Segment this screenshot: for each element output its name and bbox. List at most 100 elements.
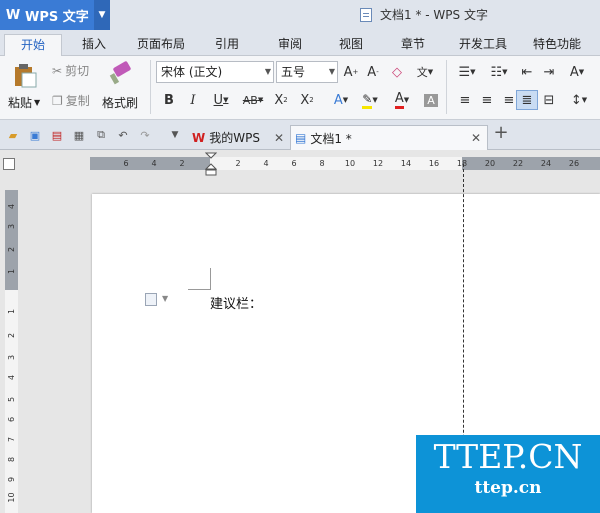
phonetic-guide-icon[interactable]: 文 ▼ (410, 62, 440, 82)
font-family-select[interactable]: 宋体 (正文) ▼ (156, 61, 274, 83)
font-size-select[interactable]: 五号 ▼ (276, 61, 338, 83)
highlight-icon[interactable]: ✎ ▼ (356, 90, 384, 110)
close-icon[interactable]: ✕ (274, 131, 284, 145)
font-color-icon[interactable]: A ▼ (388, 90, 416, 110)
character-shading-icon[interactable]: A (420, 90, 442, 110)
ruler-number: 6 (123, 159, 129, 168)
ruler-number: 3 (7, 354, 16, 361)
align-center-icon[interactable]: ≡ (476, 90, 498, 110)
text-boundary-mark (188, 289, 210, 290)
justify-icon[interactable]: ≣ (516, 90, 538, 110)
tab-insert[interactable]: 插入 (70, 34, 118, 56)
ruler-number: 26 (568, 159, 580, 168)
ribbon-home: 粘贴 ▼ ✂ 剪切 ❐ 复制 格式刷 宋体 (正文) ▼ 五号 ▼ A + A- ◇ 文 ▼ … (0, 56, 600, 120)
format-painter-icon[interactable] (106, 60, 134, 88)
ruler-number: 16 (428, 159, 440, 168)
shrink-font-icon[interactable]: A- (362, 62, 384, 82)
copy-button[interactable]: ❐ 复制 (52, 92, 90, 109)
tab-page-layout[interactable]: 页面布局 (128, 34, 194, 56)
ruler-number: 9 (7, 476, 16, 483)
tab-document[interactable]: ▤ 文档1 * ✕ (290, 125, 488, 150)
bold-icon[interactable]: B (158, 90, 180, 110)
increase-indent-icon[interactable]: ⇥ (538, 62, 560, 82)
ruler-number: 3 (7, 223, 16, 230)
new-tab-icon[interactable]: + (493, 122, 508, 143)
ruler-number: 18 (456, 159, 468, 168)
site-watermark: TTEP.CN ttep.cn (416, 435, 600, 513)
open-folder-icon[interactable]: ▰ (6, 128, 20, 142)
horizontal-ruler[interactable]: 6 4 2 2 4 6 8 10 12 14 16 18 20 22 24 26 (90, 157, 600, 170)
ruler-number: 4 (7, 203, 16, 210)
ruler-number: 2 (179, 159, 185, 168)
text-boundary-mark (210, 268, 211, 290)
ruler-number: 5 (7, 396, 16, 403)
italic-icon[interactable]: I (182, 90, 204, 110)
grow-font-icon[interactable]: A + (340, 62, 362, 82)
window-title: 文档1 * - WPS 文字 (360, 6, 488, 23)
cut-button[interactable]: ✂ 剪切 (52, 62, 89, 79)
ruler-number: 14 (400, 159, 412, 168)
ruler-number: 20 (484, 159, 496, 168)
chevron-down-icon[interactable]: ▼ (162, 294, 168, 303)
chevron-down-icon[interactable]: ▼ (94, 0, 110, 30)
align-left-icon[interactable]: ≡ (454, 90, 476, 110)
paste-button[interactable] (10, 62, 38, 88)
numbering-icon[interactable]: ☷ ▼ (484, 62, 514, 82)
indent-marker-icon[interactable] (205, 152, 217, 176)
format-painter-button[interactable]: 格式刷 (102, 94, 138, 111)
bullets-icon[interactable]: ☰ ▼ (452, 62, 482, 82)
strikethrough-icon[interactable]: AB ▼ (238, 90, 268, 110)
export-pdf-icon[interactable]: ▤ (50, 128, 64, 142)
clear-format-icon[interactable]: ◇ (386, 62, 408, 82)
tab-review[interactable]: 审阅 (267, 34, 313, 56)
paste-label[interactable]: 粘贴 ▼ (8, 94, 40, 111)
tab-special[interactable]: 特色功能 (524, 34, 590, 56)
underline-icon[interactable]: U ▼ (206, 90, 236, 110)
customize-toolbar-icon[interactable]: ▼ (168, 128, 182, 142)
ruler-number: 2 (7, 246, 16, 253)
app-menu-button[interactable]: W WPS 文字 ▼ (0, 0, 110, 30)
ruler-number: 10 (344, 159, 356, 168)
print-preview-icon[interactable]: ⧉ (94, 128, 108, 142)
save-icon[interactable]: ▣ (28, 128, 42, 142)
tab-sections[interactable]: 章节 (390, 34, 436, 56)
document-icon (360, 7, 372, 22)
undo-icon[interactable]: ↶ (116, 128, 130, 142)
ruler-number: 10 (7, 492, 16, 503)
scissors-icon: ✂ (52, 63, 63, 78)
ruler-number: 6 (7, 416, 16, 423)
tab-developer[interactable]: 开发工具 (450, 34, 516, 56)
tab-my-wps[interactable]: W 我的WPS ✕ (186, 125, 290, 150)
change-case-icon[interactable]: A ▼ (562, 62, 592, 82)
tab-references[interactable]: 引用 (204, 34, 250, 56)
paragraph-layout-icon[interactable] (145, 293, 157, 306)
ruler-number: 4 (7, 374, 16, 381)
quick-access-bar: ▰ ▣ ▤ ▦ ⧉ ↶ ↷ ▼ W 我的WPS ✕ ▤ 文档1 * ✕ + (0, 120, 600, 150)
ruler-number: 6 (291, 159, 297, 168)
ruler-number: 1 (7, 308, 16, 315)
ruler-number: 2 (235, 159, 241, 168)
ruler-number: 8 (7, 456, 16, 463)
close-icon[interactable]: ✕ (471, 131, 481, 145)
document-text[interactable]: 建议栏： (210, 293, 262, 312)
tab-view[interactable]: 视图 (328, 34, 374, 56)
window-title-text: 文档1 * - WPS 文字 (380, 8, 488, 22)
document-icon: ▤ (295, 131, 307, 145)
superscript-icon[interactable]: X2 (270, 90, 292, 110)
redo-icon[interactable]: ↷ (138, 128, 152, 142)
print-icon[interactable]: ▦ (72, 128, 86, 142)
text-effect-icon[interactable]: A ▼ (326, 90, 356, 110)
ruler-number: 8 (319, 159, 325, 168)
ruler-right-margin (462, 157, 600, 170)
ruler-number: 4 (263, 159, 269, 168)
vertical-ruler[interactable]: 4 3 2 1 1 2 3 4 5 6 7 8 9 10 (5, 190, 18, 513)
ruler-number: 22 (512, 159, 524, 168)
decrease-indent-icon[interactable]: ⇤ (516, 62, 538, 82)
subscript-icon[interactable]: X2 (296, 90, 318, 110)
tab-stop-selector[interactable] (3, 158, 15, 170)
ruler-number: 24 (540, 159, 552, 168)
distributed-icon[interactable]: ⊟ (538, 90, 560, 110)
clipboard-icon (15, 64, 37, 88)
tab-home[interactable]: 开始 (4, 34, 62, 56)
line-spacing-icon[interactable]: ↕ ▼ (564, 90, 594, 110)
